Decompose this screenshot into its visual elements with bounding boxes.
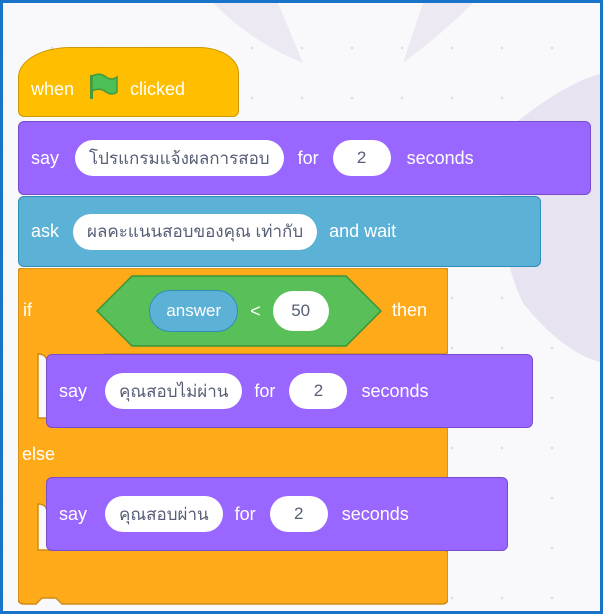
seconds-label: seconds [341, 503, 409, 524]
green-flag-icon [90, 73, 118, 99]
secs-input[interactable]: 2 [332, 140, 391, 176]
ask-and-wait-block[interactable]: ask ผลคะแนนสอบของคุณ เท่ากับ and wait [18, 196, 541, 267]
then-label: then [392, 300, 428, 320]
seconds-label: seconds [361, 380, 429, 401]
when-flag-clicked-block[interactable]: when clicked [18, 47, 239, 117]
say-label: say [31, 147, 60, 168]
and-wait-label: and wait [329, 221, 397, 241]
secs-input[interactable]: 2 [289, 373, 348, 409]
secs-input[interactable]: 2 [269, 496, 328, 532]
say-fail-block[interactable]: say คุณสอบไม่ผ่าน for 2 seconds [46, 354, 533, 428]
seconds-label: seconds [406, 147, 474, 168]
for-label: for [254, 380, 276, 401]
for-label: for [297, 147, 319, 168]
ask-label: ask [31, 221, 60, 241]
message-input[interactable]: คุณสอบไม่ผ่าน [105, 373, 243, 409]
scripts-workspace[interactable]: when clicked say โปรแกรมแจ้งผลการสอบ for… [0, 0, 603, 614]
else-label: else [22, 444, 56, 464]
message-input[interactable]: คุณสอบผ่าน [105, 496, 223, 532]
say-pass-block[interactable]: say คุณสอบผ่าน for 2 seconds [46, 477, 508, 551]
when-label: when [31, 79, 75, 99]
say-label: say [59, 380, 88, 401]
less-than-operator[interactable]: answer < 50 [96, 275, 382, 347]
clicked-label: clicked [130, 79, 186, 99]
less-than-symbol: < [250, 300, 261, 321]
question-input[interactable]: ผลคะแนนสอบของคุณ เท่ากับ [73, 213, 318, 250]
say-for-secs-block[interactable]: say โปรแกรมแจ้งผลการสอบ for 2 seconds [18, 121, 591, 195]
message-input[interactable]: โปรแกรมแจ้งผลการสอบ [75, 140, 284, 176]
if-label: if [23, 300, 32, 320]
if-else-block[interactable]: if answer < 50 then else [18, 268, 448, 608]
for-label: for [234, 503, 256, 524]
say-label: say [59, 503, 88, 524]
compare-value-input[interactable]: 50 [272, 291, 329, 331]
answer-reporter[interactable]: answer [149, 290, 239, 332]
